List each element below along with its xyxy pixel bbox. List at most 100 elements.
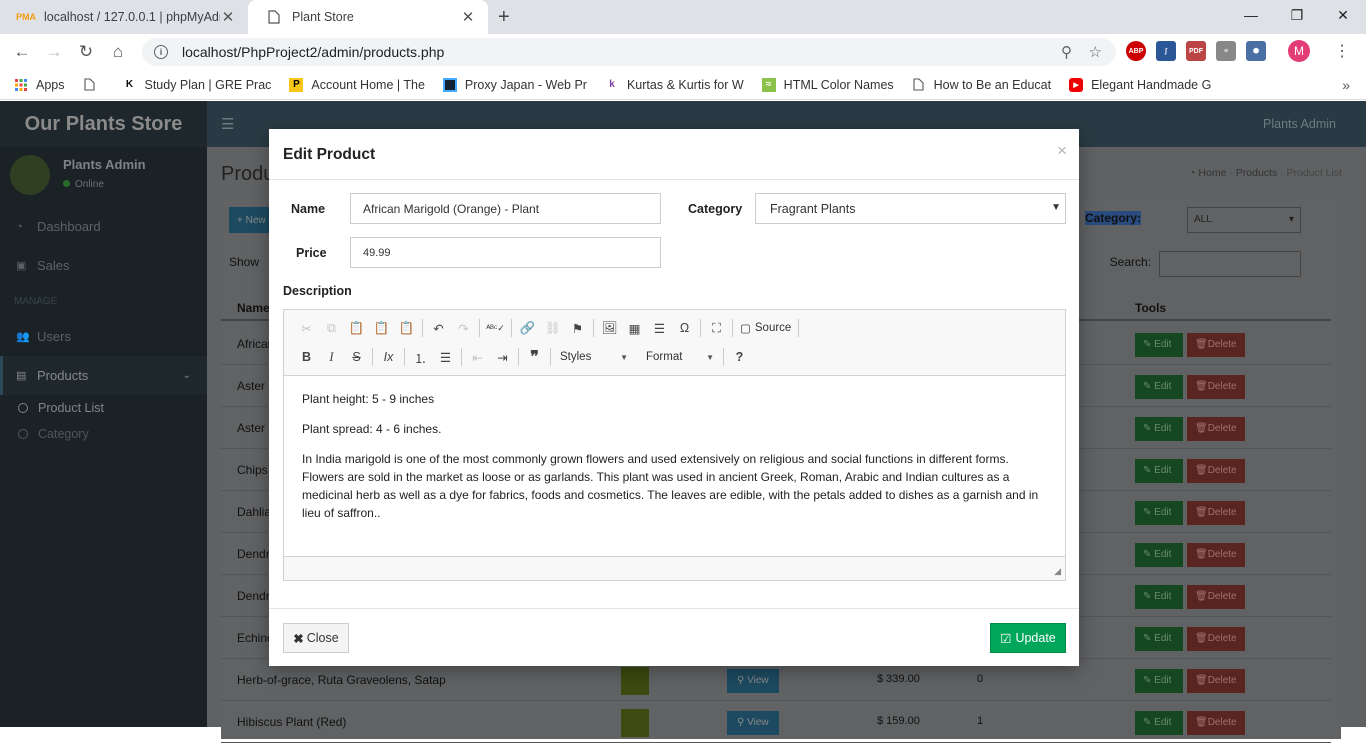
back-icon[interactable]: ← — [6, 36, 38, 68]
redo-icon[interactable]: ↷ — [451, 316, 476, 340]
cut-icon[interactable]: ✂ — [294, 316, 319, 340]
close-icon[interactable]: ✕ — [220, 8, 236, 26]
sidebar-item-product-list[interactable]: Product List — [0, 395, 207, 421]
numbered-list-icon[interactable]: ⒈ — [408, 345, 433, 369]
topbar-user[interactable]: Plants Admin — [1263, 117, 1336, 131]
close-button[interactable]: ✖ Close — [283, 623, 349, 653]
delete-button[interactable]: 🗑Delete — [1187, 585, 1245, 609]
anchor-flag-icon[interactable]: ⚑ — [565, 316, 590, 340]
minimize-icon[interactable]: — — [1228, 0, 1274, 30]
help-icon[interactable]: ? — [727, 345, 752, 369]
bookmark-item[interactable]: k Kurtas & Kurtis for W — [605, 78, 743, 92]
sidebar-item-category[interactable]: Category — [0, 421, 207, 447]
paste-icon[interactable]: 📋 — [344, 316, 369, 340]
italic-icon[interactable]: I — [319, 345, 344, 369]
tab-phpmyadmin[interactable]: PMA localhost / 127.0.0.1 | phpMyAdmin ✕ — [0, 0, 248, 34]
delete-button[interactable]: 🗑Delete — [1187, 669, 1245, 693]
special-char-icon[interactable]: Ω — [672, 316, 697, 340]
editor-content[interactable]: Plant height: 5 - 9 inches Plant spread:… — [284, 376, 1065, 556]
paste-word-icon[interactable]: 📋 — [394, 316, 419, 340]
outdent-icon[interactable]: ⇤ — [465, 345, 490, 369]
sidebar-item-dashboard[interactable]: ◔ Dashboard — [0, 207, 207, 246]
delete-button[interactable]: 🗑Delete — [1187, 417, 1245, 441]
view-button[interactable]: ⚲ View — [727, 711, 779, 735]
zoom-icon[interactable]: ⚲ — [1061, 43, 1072, 61]
breadcrumb-home[interactable]: Home — [1198, 167, 1226, 179]
category-select[interactable]: Fragrant Plants ▼ — [755, 193, 1066, 224]
delete-button[interactable]: 🗑Delete — [1187, 501, 1245, 525]
styles-dropdown[interactable]: Styles ▼ — [554, 345, 634, 369]
paste-text-icon[interactable]: 📋 — [369, 316, 394, 340]
link-icon[interactable]: 🔗 — [515, 316, 540, 340]
maximize-icon[interactable]: ⛶ — [704, 316, 729, 340]
maximize-icon[interactable]: ❐ — [1274, 0, 1320, 30]
bookmark-item[interactable]: K Study Plan | GRE Prac — [123, 78, 272, 92]
spellcheck-icon[interactable]: ᴬᴮᶜ✓ — [483, 316, 508, 340]
bookmark-item[interactable]: How to Be an Educat — [912, 78, 1051, 92]
sidebar-item-users[interactable]: 👥 Users — [0, 317, 207, 356]
forward-icon[interactable]: → — [38, 36, 70, 68]
name-field[interactable] — [350, 193, 661, 224]
delete-button[interactable]: 🗑Delete — [1187, 543, 1245, 567]
bookmark-item[interactable]: Proxy Japan - Web Pr — [442, 77, 587, 92]
bookmark-star-icon[interactable]: ☆ — [1089, 43, 1102, 61]
profile-avatar[interactable]: M — [1288, 40, 1310, 62]
edit-button[interactable]: ✎ Edit — [1135, 669, 1183, 693]
bold-icon[interactable]: B — [294, 345, 319, 369]
edit-button[interactable]: ✎ Edit — [1135, 501, 1183, 525]
bookmark-item[interactable] — [83, 78, 105, 92]
undo-icon[interactable]: ↶ — [426, 316, 451, 340]
bulleted-list-icon[interactable]: ☰ — [433, 345, 458, 369]
indent-icon[interactable]: ⇥ — [490, 345, 515, 369]
category-filter-select[interactable]: ALL ▾ — [1187, 207, 1301, 233]
close-icon[interactable]: ✕ — [460, 8, 476, 26]
price-field[interactable] — [350, 237, 661, 268]
remove-format-icon[interactable]: Ix — [376, 345, 401, 369]
pdf-icon[interactable]: PDF — [1186, 41, 1206, 61]
breadcrumb-products[interactable]: Products — [1236, 167, 1277, 179]
edit-button[interactable]: ✎ Edit — [1135, 543, 1183, 567]
edit-button[interactable]: ✎ Edit — [1135, 459, 1183, 483]
delete-button[interactable]: 🗑Delete — [1187, 627, 1245, 651]
copy-icon[interactable]: ⧉ — [319, 316, 344, 340]
bookmark-item[interactable]: ≈ HTML Color Names — [761, 77, 894, 92]
extension-icon[interactable]: ∫ — [1156, 41, 1176, 61]
info-icon[interactable]: i — [154, 45, 168, 59]
column-header-name[interactable]: Name — [237, 301, 270, 315]
strikethrough-icon[interactable]: S — [344, 345, 369, 369]
adblock-icon[interactable]: ABP — [1126, 41, 1146, 61]
menu-kebab-icon[interactable]: ⋮ — [1334, 41, 1350, 61]
tab-plant-store[interactable]: Plant Store ✕ — [248, 0, 488, 34]
edit-button[interactable]: ✎ Edit — [1135, 627, 1183, 651]
format-dropdown[interactable]: Format ▼ — [640, 345, 720, 369]
table-icon[interactable]: ▦ — [622, 316, 647, 340]
edit-button[interactable]: ✎ Edit — [1135, 711, 1183, 735]
url-field[interactable]: i localhost/PhpProject2/admin/products.p… — [142, 38, 1116, 66]
delete-button[interactable]: 🗑Delete — [1187, 711, 1245, 735]
blockquote-icon[interactable]: ❞ — [522, 345, 547, 369]
hamburger-icon[interactable]: ☰ — [221, 115, 234, 133]
search-input[interactable] — [1159, 251, 1301, 277]
sidebar-item-products[interactable]: ▤ Products ⌄ — [0, 356, 207, 395]
bookmark-item[interactable]: P Account Home | The — [289, 77, 425, 92]
extension-icon[interactable]: ⬢ — [1246, 41, 1266, 61]
view-button[interactable]: ⚲ View — [727, 669, 779, 693]
new-tab-icon[interactable]: + — [498, 6, 510, 29]
sidebar-item-sales[interactable]: ▣ Sales — [0, 246, 207, 285]
unlink-icon[interactable]: ⛓ — [540, 316, 565, 340]
bookmark-item[interactable]: ▶ Elegant Handmade G — [1069, 77, 1211, 92]
edit-button[interactable]: ✎ Edit — [1135, 375, 1183, 399]
delete-button[interactable]: 🗑Delete — [1187, 333, 1245, 357]
column-header-tools[interactable]: Tools — [1135, 301, 1166, 315]
update-button[interactable]: ☑ Update — [990, 623, 1066, 653]
delete-button[interactable]: 🗑Delete — [1187, 459, 1245, 483]
delete-button[interactable]: 🗑Delete — [1187, 375, 1245, 399]
window-close-icon[interactable]: ✕ — [1320, 0, 1366, 30]
resize-grip-icon[interactable]: ◢ — [1054, 566, 1061, 577]
horizontal-line-icon[interactable]: ☰ — [647, 316, 672, 340]
home-icon[interactable]: ⌂ — [102, 36, 134, 68]
brand-logo[interactable]: Our Plants Store — [0, 101, 207, 147]
close-icon[interactable]: × — [1057, 141, 1067, 161]
reload-icon[interactable]: ↻ — [70, 36, 102, 68]
bookmark-apps[interactable]: Apps — [14, 78, 65, 92]
